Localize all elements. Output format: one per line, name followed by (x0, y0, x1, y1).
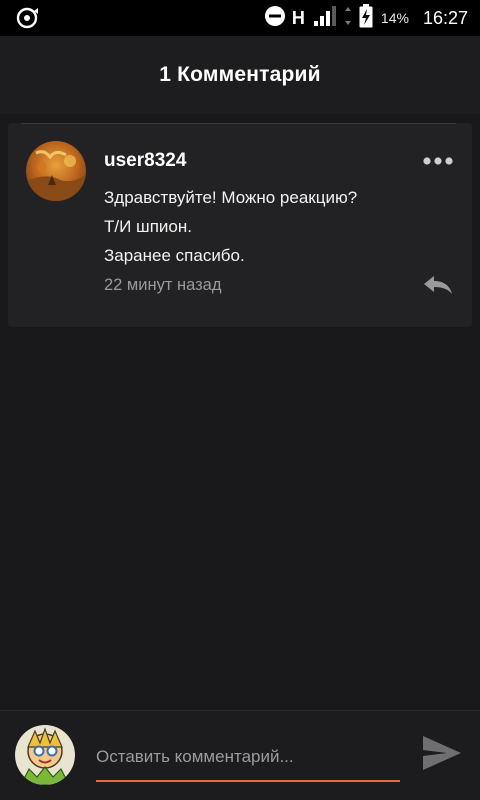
clock: 16:27 (422, 7, 468, 28)
do-not-disturb-icon (264, 5, 286, 32)
send-icon (421, 734, 463, 777)
reply-button[interactable] (418, 273, 458, 301)
comment-input[interactable] (96, 739, 400, 775)
app-header: 1 Комментарий (0, 36, 480, 114)
reply-icon (422, 274, 454, 301)
network-type: H (291, 7, 305, 28)
comment-text: Здравствуйте! Можно реакцию? Т/И шпион. … (104, 183, 444, 270)
comment-line: Т/И шпион. (104, 217, 192, 236)
input-underline (96, 780, 400, 782)
comment-line: Здравствуйте! Можно реакцию? (104, 188, 358, 207)
sync-icon (16, 7, 40, 34)
comment-timestamp: 22 минут назад (104, 276, 222, 294)
battery-charging-icon (359, 3, 373, 33)
comment-line: Заранее спасибо. (104, 246, 245, 265)
avatar[interactable] (26, 141, 86, 201)
comment-username[interactable]: user8324 (104, 150, 186, 172)
signal-icon (313, 5, 337, 31)
page-title: 1 Комментарий (159, 63, 321, 86)
comment-card: user8324 Здравствуйте! Можно реакцию? Т/… (8, 123, 472, 327)
status-icons: H 14% 16:27 (264, 0, 468, 36)
status-bar: H 14% 16:27 (0, 0, 480, 36)
data-activity-icon (344, 6, 351, 31)
comments-list[interactable]: user8324 Здравствуйте! Можно реакцию? Т/… (0, 114, 480, 710)
card-divider (22, 123, 456, 124)
comment-composer (0, 710, 480, 800)
more-options-button[interactable] (418, 149, 458, 173)
battery-percent: 14% (380, 10, 409, 26)
current-user-avatar[interactable] (15, 725, 75, 785)
more-icon (423, 152, 453, 170)
send-button[interactable] (416, 731, 468, 779)
